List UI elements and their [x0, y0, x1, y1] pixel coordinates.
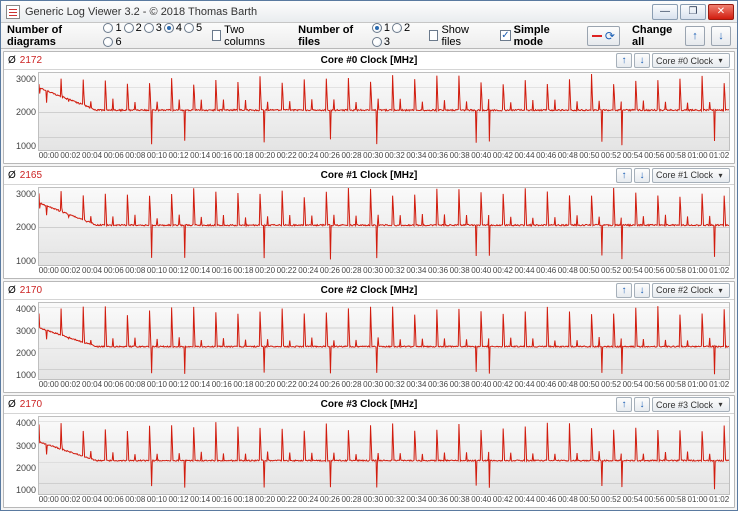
- chart-up-button[interactable]: ↑: [616, 53, 632, 68]
- diagrams-radio-6[interactable]: 6: [103, 36, 121, 48]
- plot-area[interactable]: [38, 72, 730, 151]
- chart-panel-1: Ø2165Core #1 Clock [MHz]↑↓Core #1 Clock▾…: [3, 166, 735, 279]
- avg-symbol: Ø: [8, 170, 16, 181]
- y-axis: 300020001000: [8, 187, 38, 278]
- content-area: Ø2172Core #0 Clock [MHz]↑↓Core #0 Clock▾…: [1, 49, 737, 510]
- change-all-label: Change all: [632, 24, 679, 48]
- chart-panel-3: Ø2170Core #3 Clock [MHz]↑↓Core #3 Clock▾…: [3, 395, 735, 508]
- chevron-down-icon: ▾: [717, 57, 724, 64]
- chevron-down-icon: ▾: [717, 287, 724, 294]
- x-axis: 00:0000:0200:0400:0600:0800:1000:1200:14…: [38, 495, 730, 507]
- avg-value: 2170: [20, 399, 42, 410]
- arrow-down-icon: ↓: [718, 30, 724, 42]
- window-title: Generic Log Viewer 3.2 - © 2018 Thomas B…: [25, 6, 652, 18]
- diagrams-radio-3[interactable]: 3: [144, 22, 162, 34]
- plot-area[interactable]: [38, 302, 730, 381]
- files-radio-3[interactable]: 3: [372, 36, 390, 48]
- series-select[interactable]: Core #1 Clock▾: [652, 168, 730, 183]
- toolbar: Number of diagrams 123456 Two columns Nu…: [1, 23, 737, 49]
- maximize-button[interactable]: ❐: [680, 4, 706, 20]
- avg-symbol: Ø: [8, 55, 16, 66]
- y-axis: 4000300020001000: [8, 302, 38, 393]
- files-radio-2[interactable]: 2: [392, 22, 410, 34]
- refresh-button[interactable]: ⟳: [587, 26, 620, 46]
- avg-value: 2170: [20, 285, 42, 296]
- chevron-down-icon: ▾: [717, 401, 724, 408]
- chart-panel-0: Ø2172Core #0 Clock [MHz]↑↓Core #0 Clock▾…: [3, 51, 735, 164]
- plot-area[interactable]: [38, 416, 730, 495]
- diagrams-label: Number of diagrams: [7, 24, 97, 48]
- chart-down-button[interactable]: ↓: [634, 397, 650, 412]
- series-select[interactable]: Core #0 Clock▾: [652, 53, 730, 68]
- simple-mode-label: Simple mode: [514, 24, 570, 48]
- close-button[interactable]: ✕: [708, 4, 734, 20]
- titlebar: Generic Log Viewer 3.2 - © 2018 Thomas B…: [1, 1, 737, 23]
- chart-up-button[interactable]: ↑: [616, 283, 632, 298]
- x-axis: 00:0000:0200:0400:0600:0800:1000:1200:14…: [38, 266, 730, 278]
- chevron-down-icon: ▾: [717, 172, 724, 179]
- avg-value: 2165: [20, 170, 42, 181]
- app-icon: [6, 5, 20, 19]
- series-select[interactable]: Core #2 Clock▾: [652, 283, 730, 298]
- series-select[interactable]: Core #3 Clock▾: [652, 397, 730, 412]
- diagrams-radio-5[interactable]: 5: [184, 22, 202, 34]
- chart-down-button[interactable]: ↓: [634, 283, 650, 298]
- change-all-up-button[interactable]: ↑: [685, 26, 705, 46]
- diagrams-radio-2[interactable]: 2: [124, 22, 142, 34]
- avg-symbol: Ø: [8, 285, 16, 296]
- refresh-icon: ⟳: [605, 29, 615, 43]
- simple-mode-checkbox[interactable]: ✓: [500, 30, 510, 41]
- show-files-label: Show files: [441, 24, 483, 48]
- chart-down-button[interactable]: ↓: [634, 53, 650, 68]
- change-all-down-button[interactable]: ↓: [711, 26, 731, 46]
- avg-symbol: Ø: [8, 399, 16, 410]
- chart-panel-2: Ø2170Core #2 Clock [MHz]↑↓Core #2 Clock▾…: [3, 281, 735, 394]
- x-axis: 00:0000:0200:0400:0600:0800:1000:1200:14…: [38, 151, 730, 163]
- two-columns-label: Two columns: [224, 24, 278, 48]
- show-files-checkbox[interactable]: [429, 30, 439, 41]
- minimize-button[interactable]: —: [652, 4, 678, 20]
- avg-value: 2172: [20, 55, 42, 66]
- two-columns-checkbox[interactable]: [212, 30, 222, 41]
- x-axis: 00:0000:0200:0400:0600:0800:1000:1200:14…: [38, 380, 730, 392]
- files-label: Number of files: [298, 24, 366, 48]
- files-radio-1[interactable]: 1: [372, 22, 390, 34]
- chart-up-button[interactable]: ↑: [616, 397, 632, 412]
- plot-area[interactable]: [38, 187, 730, 266]
- line-icon: [592, 35, 602, 37]
- diagrams-radio-1[interactable]: 1: [103, 22, 121, 34]
- chart-down-button[interactable]: ↓: [634, 168, 650, 183]
- arrow-up-icon: ↑: [692, 30, 698, 42]
- y-axis: 300020001000: [8, 72, 38, 163]
- y-axis: 4000300020001000: [8, 416, 38, 507]
- diagrams-radio-4[interactable]: 4: [164, 22, 182, 34]
- chart-up-button[interactable]: ↑: [616, 168, 632, 183]
